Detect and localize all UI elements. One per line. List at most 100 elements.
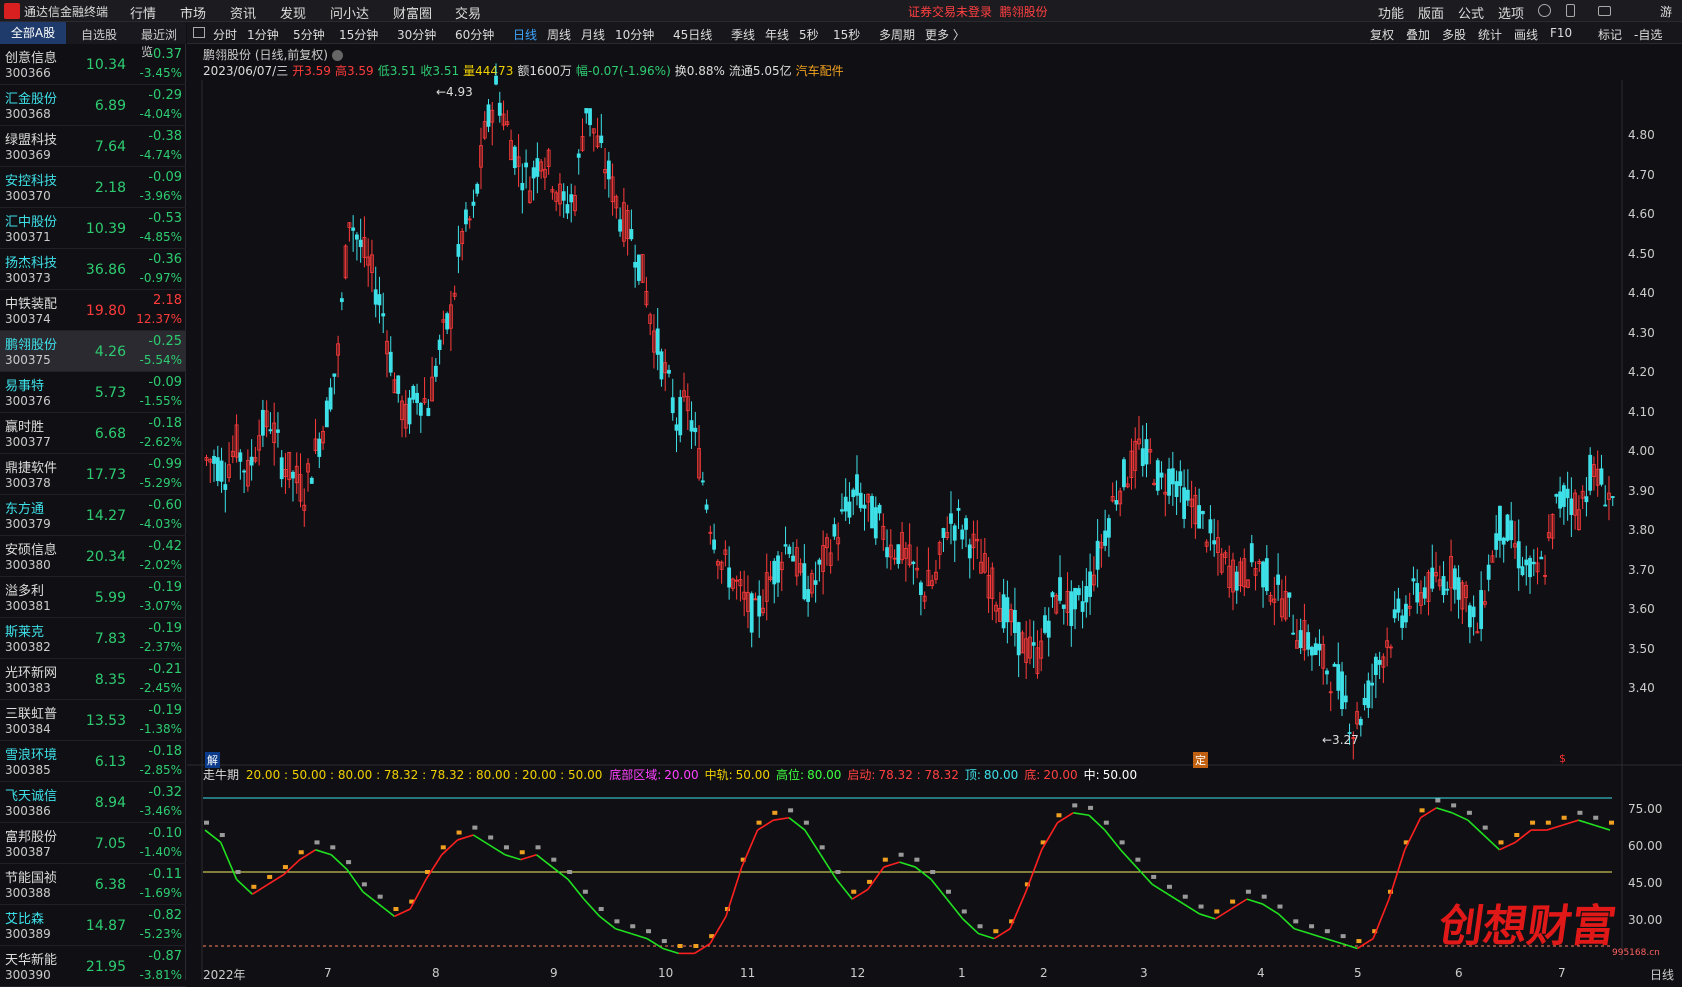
indicator-step [1166, 884, 1172, 889]
price-tick: 4.30 [1628, 325, 1655, 340]
indicator-step [346, 860, 352, 865]
indicator-item-6: 中: 50.00 [1084, 768, 1140, 782]
indicator-step [1498, 840, 1504, 845]
indicator-line [1483, 834, 1501, 851]
candle-body [1103, 530, 1108, 546]
indicator-label: 底部区域: [609, 768, 662, 782]
candle-body [1174, 481, 1179, 498]
indicator-line [930, 878, 948, 900]
candle-body [407, 397, 412, 425]
period-end-label[interactable]: 日线 [1650, 966, 1674, 983]
candle-body [1144, 439, 1149, 465]
candle-body [1310, 646, 1314, 656]
candle-body [396, 375, 401, 394]
candle-body [1445, 588, 1450, 591]
indicator-step [1230, 899, 1236, 904]
indicator-step [1609, 820, 1614, 825]
candle-body [772, 560, 777, 585]
candle-body [1452, 568, 1457, 590]
indicator-step [882, 857, 888, 862]
candle-body [1234, 571, 1239, 591]
candle-body [242, 470, 247, 473]
price-tick: 4.50 [1628, 246, 1655, 261]
candle-body [1050, 592, 1055, 598]
indicator-step [235, 870, 241, 874]
candle-body [659, 351, 664, 380]
time-tick: 3 [1140, 966, 1148, 980]
price-tick: 3.80 [1628, 523, 1655, 537]
candle-body [1366, 680, 1371, 708]
candle-body [388, 351, 393, 373]
indicator-line [378, 903, 395, 918]
candle-body [524, 162, 528, 168]
indicator-step [819, 845, 825, 850]
candle-body [219, 460, 224, 482]
candle-body [949, 513, 953, 524]
candle-body [1332, 663, 1337, 667]
indicator-step [551, 857, 557, 862]
candle-body [1610, 496, 1615, 498]
chart-canvas[interactable]: ←4.93 ←3.27 [0, 0, 1682, 980]
candle-body [862, 504, 867, 509]
indicator-line [835, 878, 853, 900]
indicator-value: 50.00 [735, 768, 771, 782]
candle-body [1197, 505, 1202, 529]
indicator-step [1530, 820, 1536, 825]
candle-body [1599, 468, 1604, 485]
indicator-label: 中轨: [704, 768, 733, 782]
candle-body [1325, 670, 1329, 675]
indicator-line [409, 879, 427, 910]
candle-body [1201, 511, 1205, 515]
candle-body [791, 555, 795, 562]
indicator-line [346, 869, 364, 893]
indicator-line [978, 932, 995, 940]
candle-body [802, 563, 807, 600]
indicator-step [377, 894, 383, 899]
indicator-step [535, 845, 541, 850]
indicator-step [393, 907, 399, 911]
indicator-item-5: 底: 20.00 [1024, 768, 1080, 782]
indicator-line [615, 927, 632, 935]
indicator-step [1182, 894, 1188, 899]
indicator-line [1135, 866, 1153, 885]
indicator-step [1245, 889, 1251, 894]
time-tick: 9 [550, 966, 558, 980]
candle-body [1343, 695, 1348, 703]
candle-body [324, 400, 329, 428]
candle-body [260, 409, 265, 436]
candle-body [873, 507, 878, 539]
indicator-step [1340, 934, 1346, 939]
marker-dollar[interactable]: $ [1557, 752, 1568, 765]
candle-body [584, 108, 589, 114]
candle-body [1043, 615, 1047, 633]
indicator-step [1356, 939, 1362, 944]
indicator-line [488, 844, 506, 856]
indicator-line [1073, 812, 1090, 817]
indicator-step [867, 879, 873, 884]
time-tick: 7 [324, 966, 332, 980]
candle-body [1080, 601, 1085, 612]
indicator-line [867, 866, 885, 890]
indicator-step [661, 939, 667, 944]
candle-body [1340, 671, 1344, 710]
indicator-step [914, 857, 920, 862]
candle-body [1441, 576, 1446, 596]
indicator-step [1561, 815, 1567, 820]
indicator-step [503, 845, 509, 850]
price-tick: 4.60 [1628, 207, 1655, 221]
indicator-item-2: 高位: 80.00 [776, 768, 844, 782]
candle-body [870, 496, 874, 529]
time-tick: 8 [432, 966, 440, 980]
candle-body [1501, 537, 1506, 545]
candle-body [956, 507, 961, 511]
marker-ding[interactable]: 定 [1193, 752, 1208, 768]
indicator-item-4: 顶: 80.00 [965, 768, 1021, 782]
candle-body [1298, 630, 1303, 648]
candle-body [456, 244, 461, 257]
indicator-line [725, 866, 743, 917]
candle-body [817, 559, 822, 565]
candle-body [569, 194, 574, 203]
candle-body [494, 75, 498, 85]
indicator-step [756, 820, 762, 825]
indicator-step [488, 835, 494, 840]
